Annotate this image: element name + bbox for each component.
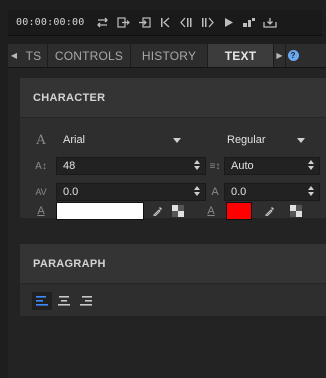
export-icon[interactable] (115, 16, 131, 30)
leading-value: Auto (231, 160, 254, 172)
character-section: CHARACTER A Arial Regular A↕ 48 ≡↕ Auto … (20, 78, 326, 218)
loop-icon[interactable] (94, 16, 110, 30)
stroke-color-icon: A (207, 205, 215, 217)
align-center-icon (58, 296, 70, 306)
tracking-value: 0.0 (63, 186, 79, 198)
tab-ts[interactable]: TS (20, 44, 48, 67)
timecode-display[interactable]: 00:00:00:00 (16, 17, 84, 28)
font-size-field[interactable]: 48 (56, 157, 206, 175)
transport-toolbar: 00:00:00:00 (8, 10, 322, 36)
import-icon[interactable] (136, 16, 152, 30)
fill-none-icon[interactable] (170, 203, 186, 219)
align-left-icon (36, 296, 48, 306)
tab-controls[interactable]: CONTROLS (48, 44, 131, 67)
step-back-icon[interactable] (178, 16, 194, 30)
align-left-button[interactable] (32, 292, 52, 310)
baseline-shift-icon: A (211, 186, 219, 198)
fill-color-swatch[interactable] (56, 202, 144, 220)
baseline-shift-value: 0.0 (231, 186, 247, 198)
text-panel: CHARACTER A Arial Regular A↕ 48 ≡↕ Auto … (8, 68, 326, 378)
tab-scroll-right-icon[interactable]: ▶ (274, 44, 286, 67)
tab-scroll-left-icon[interactable]: ◀ (8, 44, 20, 67)
scene-icon[interactable] (241, 16, 257, 30)
font-size-value: 48 (63, 160, 76, 172)
play-icon[interactable] (220, 16, 236, 30)
tab-text[interactable]: TEXT (208, 44, 274, 67)
chevron-down-icon (297, 138, 305, 143)
align-right-button[interactable] (76, 292, 96, 310)
step-forward-icon[interactable] (199, 16, 215, 30)
font-style-value: Regular (227, 134, 266, 146)
align-center-button[interactable] (54, 292, 74, 310)
font-size-icon: A↕ (35, 160, 47, 172)
save-icon[interactable] (262, 16, 278, 30)
font-family-select[interactable]: Arial (56, 131, 190, 149)
baseline-shift-stepper[interactable] (308, 186, 314, 196)
font-family-value: Arial (63, 134, 86, 146)
tracking-icon: AV (35, 187, 47, 197)
tracking-stepper[interactable] (194, 186, 200, 196)
leading-field[interactable]: Auto (224, 157, 320, 175)
stroke-color-swatch[interactable] (226, 202, 252, 220)
paragraph-header: PARAGRAPH (20, 244, 326, 284)
align-right-icon (80, 296, 92, 306)
tracking-field[interactable]: 0.0 (56, 183, 206, 201)
tab-history[interactable]: HISTORY (131, 44, 208, 67)
fill-eyedropper-icon[interactable] (150, 203, 166, 219)
skip-back-icon[interactable] (157, 16, 173, 30)
leading-stepper[interactable] (308, 160, 314, 170)
paragraph-section: PARAGRAPH (20, 244, 326, 316)
panel-tab-bar: ◀ TS CONTROLS HISTORY TEXT ▶ ? (8, 44, 326, 68)
font-family-icon: A (36, 132, 46, 148)
stroke-eyedropper-icon[interactable] (262, 203, 278, 219)
stroke-none-icon[interactable] (288, 203, 304, 219)
font-size-stepper[interactable] (194, 160, 200, 170)
chevron-down-icon (173, 138, 181, 143)
help-icon[interactable]: ? (286, 44, 300, 67)
baseline-shift-field[interactable]: 0.0 (224, 183, 320, 201)
leading-icon: ≡↕ (209, 160, 221, 172)
font-style-select[interactable]: Regular (220, 131, 314, 149)
character-header: CHARACTER (20, 78, 326, 118)
fill-color-icon: A (37, 205, 45, 217)
